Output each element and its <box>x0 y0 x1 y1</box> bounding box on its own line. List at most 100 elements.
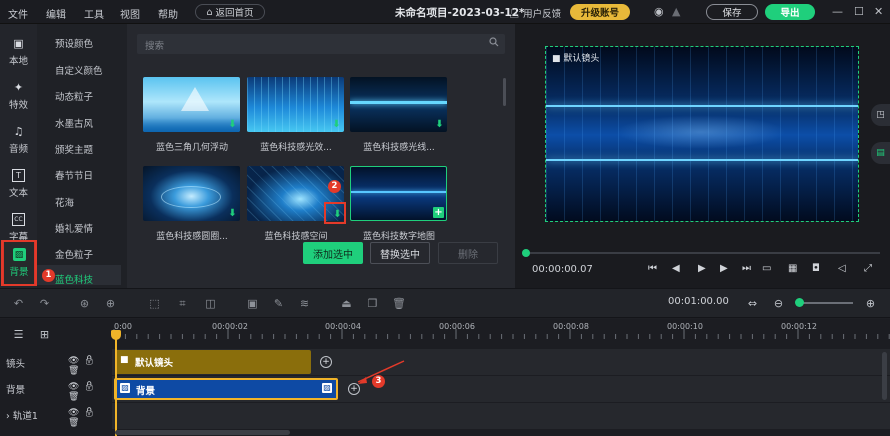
copy-icon[interactable]: ❐ <box>366 297 379 310</box>
export-button[interactable]: 导出 <box>765 4 815 20</box>
menu-view[interactable]: 视图 <box>120 6 140 21</box>
step-forward-icon[interactable]: ▶ <box>720 263 728 274</box>
trash-icon[interactable]: 🗑︎ <box>68 392 83 402</box>
volume-icon[interactable]: ◁ <box>838 263 846 274</box>
fullscreen-icon[interactable]: ⤢ <box>864 263 872 274</box>
pen-icon[interactable]: ⊛ <box>78 297 91 310</box>
category-item[interactable]: 动态粒子 <box>55 89 93 103</box>
add-clip-icon[interactable]: + <box>320 356 332 368</box>
download-icon[interactable]: ⬇ <box>227 208 238 219</box>
edit-icon[interactable]: ✎ <box>272 297 285 310</box>
search-input[interactable]: 搜索 <box>137 34 505 54</box>
download-icon[interactable]: ⬇ <box>332 209 343 220</box>
zoom-in-icon[interactable]: ⊕ <box>864 297 877 310</box>
feedback-link[interactable]: 👤︎ 用户反馈 <box>508 6 561 21</box>
menu-file[interactable]: 文件 <box>8 6 28 21</box>
snapshot-icon[interactable]: ◘ <box>812 263 820 274</box>
thumbnail-label: 蓝色科技感空间 <box>264 232 328 242</box>
track-settings-icon[interactable]: ☰ <box>12 328 25 341</box>
save-button[interactable]: 保存 <box>706 4 758 20</box>
eye-icon[interactable]: 👁︎ <box>68 382 83 392</box>
track-lane-track1[interactable] <box>112 403 890 429</box>
media-icon[interactable]: ▣ <box>246 297 259 310</box>
add-icon[interactable]: + <box>433 207 444 218</box>
maximize-icon[interactable]: ☐ <box>854 5 864 18</box>
replace-selected-button[interactable]: 替换选中 <box>370 242 430 264</box>
thumbnail[interactable]: ⬇ <box>143 166 240 221</box>
mirror-icon[interactable]: ◫ <box>204 297 217 310</box>
rail-item-effects[interactable]: ✦ 特效 <box>0 72 37 120</box>
resource-scrollbar[interactable] <box>503 78 506 106</box>
rail-item-local[interactable]: ▣ 本地 <box>0 28 37 76</box>
category-item[interactable]: 颁奖主题 <box>55 142 93 156</box>
menu-help[interactable]: 帮助 <box>158 6 178 21</box>
clip-camera[interactable]: ■ 默认镜头 <box>115 350 311 374</box>
menu-tools[interactable]: 工具 <box>84 6 104 21</box>
category-item[interactable]: 花海 <box>55 195 74 209</box>
upgrade-button[interactable]: 升级账号 <box>570 4 630 20</box>
thumbnail[interactable]: ⬇ <box>350 77 447 132</box>
minimize-icon[interactable]: — <box>832 5 843 18</box>
lock-icon[interactable]: 🔒︎ <box>83 408 98 418</box>
download-icon[interactable]: ⬇ <box>434 119 445 130</box>
delete-icon[interactable]: 🗑︎ <box>392 297 406 310</box>
account-icon[interactable]: ◉ <box>654 5 664 18</box>
add-selected-button[interactable]: 添加选中 <box>303 242 363 264</box>
playback-progress-knob[interactable] <box>522 249 530 257</box>
screen-icon[interactable]: ▭ <box>762 263 771 274</box>
playback-progress-track[interactable] <box>525 252 880 254</box>
redo-icon[interactable]: ↷ <box>38 297 51 310</box>
lock-icon[interactable]: 🔒︎ <box>83 382 98 392</box>
category-item[interactable]: 金色粒子 <box>55 247 93 261</box>
playhead[interactable] <box>115 332 117 436</box>
category-item-active[interactable]: 蓝色科技 <box>55 272 93 286</box>
category-item[interactable]: 水墨古风 <box>55 116 93 130</box>
timeline-horizontal-scrollbar[interactable] <box>115 430 290 435</box>
crop-frame-icon[interactable]: ⬚ <box>148 297 161 310</box>
category-item[interactable]: 预设颜色 <box>55 36 93 50</box>
download-icon[interactable]: ⬇ <box>227 119 238 130</box>
thumbnail-selected[interactable]: + <box>350 166 447 221</box>
zoom-slider-knob[interactable] <box>795 298 804 307</box>
preview-canvas[interactable]: ■ 默认镜头 <box>545 46 859 222</box>
play-icon[interactable]: ▶ <box>698 263 706 274</box>
stamp-icon[interactable]: ⏏ <box>340 297 353 310</box>
layers-icon[interactable]: ≋ <box>298 297 311 310</box>
close-icon[interactable]: ✕ <box>874 5 883 18</box>
timeline-vertical-scrollbar[interactable] <box>882 352 887 400</box>
download-icon[interactable]: ⬇ <box>331 119 342 130</box>
eye-icon[interactable]: 👁︎ <box>68 356 83 366</box>
undo-icon[interactable]: ↶ <box>12 297 25 310</box>
trash-icon[interactable]: 🗑︎ <box>68 418 83 428</box>
track-name: 轨道1 <box>12 411 38 422</box>
thumbnail[interactable]: ⬇ <box>247 77 344 132</box>
chevron-right-icon[interactable]: › <box>6 411 10 422</box>
category-item[interactable]: 婚礼爱情 <box>55 221 93 235</box>
side-tool-button[interactable]: ◳ <box>871 104 890 126</box>
side-tool-button[interactable]: ▤ <box>871 142 890 164</box>
menu-edit[interactable]: 编辑 <box>46 6 66 21</box>
thumbnail[interactable]: ⬇ <box>143 77 240 132</box>
zoom-slider-track[interactable] <box>797 302 853 304</box>
rail-item-text[interactable]: T 文本 <box>0 160 37 208</box>
fit-icon[interactable]: ⇔ <box>746 297 759 310</box>
playhead-handle[interactable] <box>111 330 121 340</box>
skip-start-icon[interactable]: ⏮ <box>648 263 657 274</box>
add-track-icon[interactable]: ⊞ <box>38 328 51 341</box>
category-item[interactable]: 春节节日 <box>55 168 93 182</box>
home-button[interactable]: ⌂ 返回首页 <box>195 4 265 20</box>
skip-end-icon[interactable]: ⏭ <box>742 263 751 274</box>
trash-icon[interactable]: 🗑︎ <box>68 366 83 376</box>
delete-button[interactable]: 删除 <box>438 242 498 264</box>
clip-background[interactable]: ▨ 背景 ▨ <box>114 378 338 400</box>
step-back-icon[interactable]: ◀ <box>672 263 680 274</box>
eye-icon[interactable]: 👁︎ <box>68 408 83 418</box>
crop-icon[interactable]: ⌗ <box>176 297 189 310</box>
zoom-out-icon[interactable]: ⊖ <box>772 297 785 310</box>
grid-icon[interactable]: ▦ <box>788 263 797 274</box>
target-icon[interactable]: ⊕ <box>104 297 117 310</box>
cloud-icon[interactable]: ▲ <box>672 5 680 18</box>
rail-item-audio[interactable]: ♫ 音频 <box>0 116 37 164</box>
category-item[interactable]: 自定义颜色 <box>55 63 103 77</box>
lock-icon[interactable]: 🔒︎ <box>83 356 98 366</box>
